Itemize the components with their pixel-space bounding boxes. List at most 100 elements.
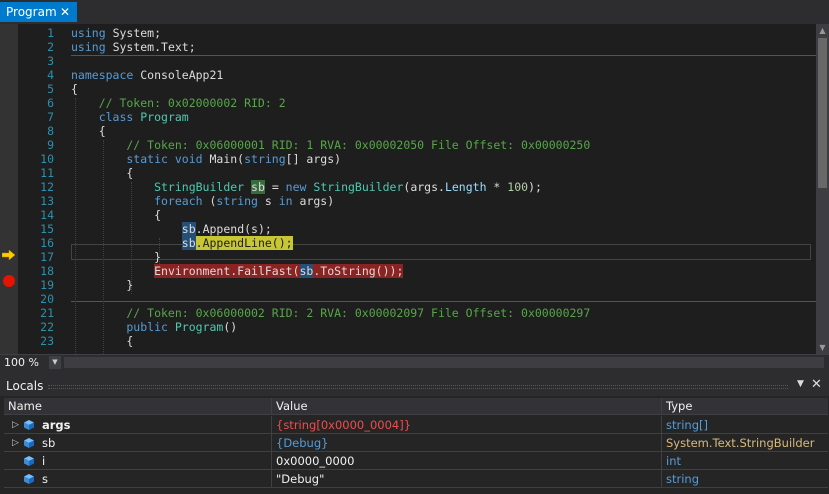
variable-cube-icon bbox=[24, 456, 34, 466]
line-number: 4 bbox=[47, 68, 54, 82]
code-token: (args. bbox=[403, 180, 445, 194]
code-line[interactable]: 15 sb.Append(s); bbox=[18, 222, 816, 236]
code-line[interactable]: 6 // Token: 0x02000002 RID: 2 bbox=[18, 96, 816, 110]
code-line[interactable]: 21 // Token: 0x06000002 RID: 2 RVA: 0x00… bbox=[18, 306, 816, 320]
code-line[interactable]: 1 using System; bbox=[18, 26, 816, 40]
line-number: 11 bbox=[40, 166, 54, 180]
indicator-margin[interactable] bbox=[0, 24, 18, 354]
variable-name: sb bbox=[42, 436, 56, 450]
code-line[interactable]: 17 } bbox=[18, 250, 816, 264]
code-line[interactable]: 22 public Program() bbox=[18, 320, 816, 334]
code-line[interactable]: 16 sb.AppendLine(); bbox=[18, 236, 816, 250]
zoom-level[interactable]: 100 % bbox=[4, 356, 46, 369]
code-token: [] args) bbox=[285, 152, 342, 166]
variable-cube-icon bbox=[24, 438, 34, 448]
code-editor[interactable]: 1 using System; 2 using System.Text; 3 4 names… bbox=[0, 24, 829, 354]
code-line[interactable]: 7 class Program bbox=[18, 110, 816, 124]
scrollbar-thumb[interactable] bbox=[818, 38, 827, 188]
code-token: ); bbox=[528, 180, 542, 194]
code-line[interactable]: 23 { bbox=[18, 334, 816, 348]
column-header-value[interactable]: Value bbox=[272, 398, 662, 415]
code-token: // Token: 0x02000002 RID: 2 bbox=[71, 96, 286, 110]
code-token: in bbox=[278, 194, 293, 208]
value-cell[interactable]: {Debug} bbox=[272, 434, 662, 452]
line-number: 15 bbox=[40, 222, 54, 236]
name-cell[interactable]: i bbox=[4, 452, 272, 470]
code-line[interactable]: 19 } bbox=[18, 278, 816, 292]
code-token: } bbox=[71, 250, 162, 264]
code-text: { bbox=[71, 166, 133, 180]
title-bar-grip[interactable] bbox=[48, 385, 788, 389]
zoom-dropdown-icon[interactable]: ▼ bbox=[49, 356, 61, 369]
code-text: using System; bbox=[71, 26, 161, 40]
column-header-name[interactable]: Name bbox=[4, 398, 272, 415]
type-cell: int bbox=[666, 454, 681, 468]
code-token: args) bbox=[292, 194, 335, 208]
line-number: 20 bbox=[40, 292, 54, 306]
name-cell[interactable]: s bbox=[4, 470, 272, 488]
name-cell[interactable]: ▷ sb bbox=[4, 434, 272, 452]
close-icon[interactable]: ✕ bbox=[60, 2, 70, 22]
code-line[interactable]: 5{ bbox=[18, 82, 816, 96]
line-number: 9 bbox=[47, 138, 54, 152]
name-cell[interactable]: ▷ args bbox=[4, 416, 272, 434]
code-line[interactable]: 4 namespace ConsoleApp21 bbox=[18, 68, 816, 82]
value-cell[interactable]: {string[0x0000_0004]} bbox=[272, 416, 662, 434]
code-token: new bbox=[285, 180, 307, 194]
code-token: Program bbox=[140, 110, 189, 124]
grid-header: Name Value Type bbox=[4, 398, 828, 415]
code-line[interactable]: 14 { bbox=[18, 208, 816, 222]
code-token: System; bbox=[112, 26, 162, 40]
line-number: 13 bbox=[40, 194, 54, 208]
code-line[interactable]: 3 bbox=[18, 54, 816, 68]
expand-icon[interactable]: ▷ bbox=[12, 434, 19, 452]
scroll-down-icon[interactable]: ▼ bbox=[816, 341, 829, 354]
tab-program[interactable]: Program ✕ bbox=[0, 2, 77, 22]
code-line[interactable]: 13 foreach (string s in args) bbox=[18, 194, 816, 208]
variable-name: s bbox=[42, 472, 48, 486]
code-line[interactable]: 18 Environment.FailFast(sb.ToString()); bbox=[18, 264, 816, 278]
code-token: Length bbox=[444, 180, 487, 194]
instruction-pointer-icon bbox=[2, 250, 16, 260]
code-token: sb bbox=[299, 264, 314, 278]
code-text: } bbox=[71, 250, 161, 264]
code-token: static void bbox=[71, 152, 203, 166]
type-cell: System.Text.StringBuilder bbox=[666, 436, 815, 450]
code-text-area[interactable]: 1 using System; 2 using System.Text; 3 4 names… bbox=[18, 24, 816, 354]
locals-row-args[interactable]: ▷ args {string[0x0000_0004]} string[] bbox=[4, 416, 828, 434]
window-menu-icon[interactable]: ▼ bbox=[797, 379, 804, 389]
close-icon[interactable]: ✕ bbox=[811, 377, 822, 392]
line-number: 10 bbox=[40, 152, 54, 166]
code-text: namespace ConsoleApp21 bbox=[71, 68, 223, 82]
code-line[interactable]: 2 using System.Text; bbox=[18, 40, 816, 54]
code-text: { bbox=[71, 124, 106, 138]
code-token: class bbox=[71, 110, 134, 124]
code-token: .ToString()); bbox=[313, 264, 404, 278]
code-line[interactable]: 8 { bbox=[18, 124, 816, 138]
vertical-scrollbar[interactable]: ▲ ▼ bbox=[816, 24, 829, 354]
horizontal-scrollbar[interactable] bbox=[64, 357, 824, 368]
code-line[interactable]: 9 // Token: 0x06000001 RID: 1 RVA: 0x000… bbox=[18, 138, 816, 152]
code-line[interactable]: 12 StringBuilder sb = new StringBuilder(… bbox=[18, 180, 816, 194]
code-token: // Token: 0x06000001 RID: 1 RVA: 0x00002… bbox=[71, 138, 591, 152]
code-line[interactable]: 10 static void Main(string[] args) bbox=[18, 152, 816, 166]
locals-row-s[interactable]: s "Debug" string bbox=[4, 470, 828, 488]
scroll-up-icon[interactable]: ▲ bbox=[816, 24, 829, 37]
value-cell[interactable]: "Debug" bbox=[272, 470, 662, 488]
document-tab-strip: Program ✕ bbox=[0, 0, 829, 22]
code-line[interactable]: 11 { bbox=[18, 166, 816, 180]
code-token: using bbox=[71, 40, 106, 54]
code-line[interactable]: 20 bbox=[18, 292, 816, 306]
expand-icon[interactable]: ▷ bbox=[12, 416, 19, 434]
value-cell[interactable]: 0x0000_0000 bbox=[272, 452, 662, 470]
line-number: 12 bbox=[40, 180, 54, 194]
column-header-type[interactable]: Type bbox=[662, 398, 828, 415]
locals-row-i[interactable]: i 0x0000_0000 int bbox=[4, 452, 828, 470]
locals-row-sb[interactable]: ▷ sb {Debug} System.Text.StringBuilder bbox=[4, 434, 828, 452]
breakpoint-icon[interactable] bbox=[3, 275, 15, 287]
